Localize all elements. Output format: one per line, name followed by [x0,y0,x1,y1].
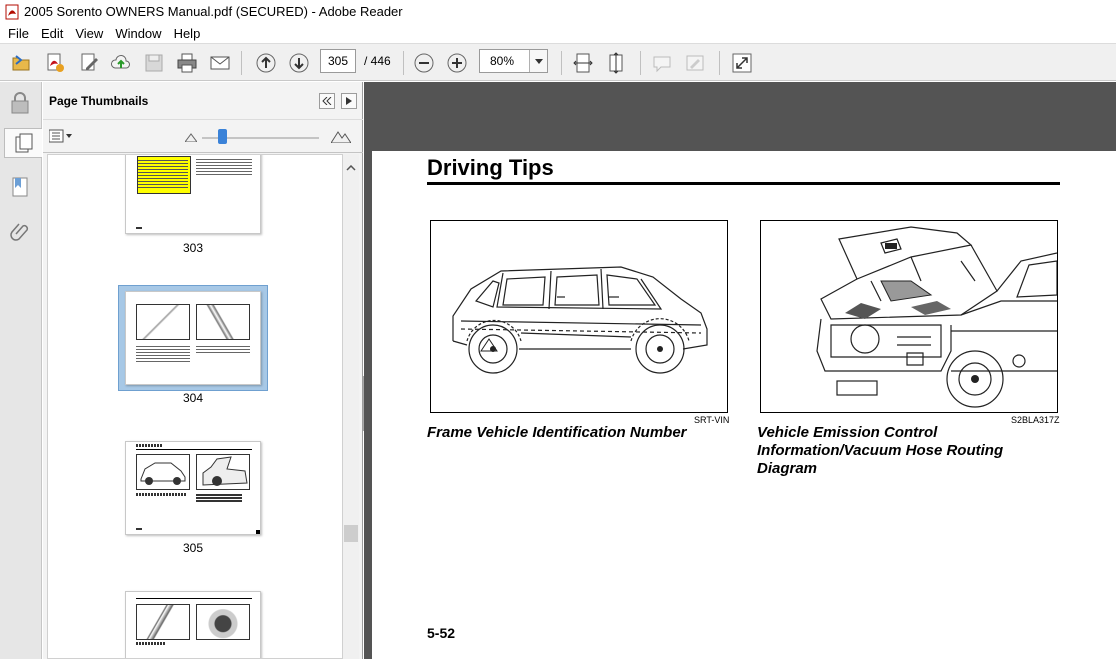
chevron-down-icon[interactable] [529,50,547,72]
suv-side-illustration [452,266,708,374]
comment-icon[interactable] [649,50,675,76]
thumbnail-page-304[interactable] [125,291,261,385]
zoom-select[interactable]: 80% [479,49,548,73]
panel-header: Page Thumbnails [43,82,363,120]
figure-caption-vin: Frame Vehicle Identification Number [427,424,687,441]
pdf-page: Driving Tips SRT-VIN Frame Vehicle Ident… [372,151,1116,659]
thumbnail-label-305: 305 [182,541,204,555]
fit-page-icon[interactable] [603,50,629,76]
panel-title: Page Thumbnails [49,93,149,108]
save-icon[interactable] [141,50,167,76]
page-thumbnails-icon[interactable] [4,128,42,158]
open-icon[interactable] [8,50,34,76]
heading-rule [427,182,1060,185]
suv-hood-open-illustration [816,226,1058,408]
menu-window[interactable]: Window [109,26,167,41]
menu-view[interactable]: View [69,26,109,41]
bookmark-icon[interactable] [5,172,35,202]
sign-icon[interactable] [682,50,708,76]
email-icon[interactable] [207,50,233,76]
zoom-in-icon[interactable] [444,50,470,76]
scrollbar-thumb[interactable] [344,525,358,542]
zoom-value: 80% [490,54,515,68]
page-number: 5-52 [427,625,456,641]
figure-frame-vin [430,220,728,413]
figure-caption-emission: Vehicle Emission Control Information/Vac… [757,424,1004,477]
page-heading: Driving Tips [427,155,554,180]
menu-edit[interactable]: Edit [35,26,69,41]
slider-handle[interactable] [218,129,227,144]
thumbnail-page-306[interactable] [125,591,261,658]
page-total: / 446 [364,54,391,68]
edit-icon[interactable] [76,50,102,76]
previous-page-icon[interactable] [253,50,279,76]
create-pdf-icon[interactable] [42,50,68,76]
thumbnails-panel: Page Thumbnails 303 304 305 [43,82,363,659]
menu-bar: File Edit View Window Help [0,23,1116,43]
adobe-reader-icon [5,4,19,19]
title-bar: 2005 Sorento OWNERS Manual.pdf (SECURED)… [0,0,1116,23]
thumbnails-list: 303 304 305 [47,154,343,659]
next-page-icon[interactable] [286,50,312,76]
scroll-up-icon[interactable] [346,160,356,174]
navigation-rail [0,82,42,659]
page-number-input[interactable] [320,49,356,73]
toolbar [0,43,1116,81]
thumbnail-page-305[interactable] [125,441,261,535]
print-icon[interactable] [174,50,200,76]
options-menu-icon[interactable] [48,129,73,146]
thumbnail-label-303: 303 [182,241,204,255]
window-title: 2005 Sorento OWNERS Manual.pdf (SECURED)… [24,4,403,19]
large-thumbnails-icon[interactable] [330,129,352,146]
small-thumbnails-icon[interactable] [184,131,198,145]
figure-code-emission: S2BLA317Z [1011,415,1060,425]
menu-file[interactable]: File [2,26,35,41]
lock-icon[interactable] [5,88,35,118]
figure-frame-emission [760,220,1058,413]
expand-right-icon[interactable] [341,93,357,109]
thumbnails-scrollbar[interactable] [343,154,359,659]
menu-help[interactable]: Help [168,26,207,41]
upload-cloud-icon[interactable] [108,50,134,76]
fit-width-icon[interactable] [570,50,596,76]
thumbnail-page-303[interactable] [125,155,261,234]
attachment-icon[interactable] [5,216,35,246]
fullscreen-icon[interactable] [729,50,755,76]
zoom-out-icon[interactable] [411,50,437,76]
panel-toolbar [43,121,363,153]
thumbnail-label-304: 304 [182,391,204,405]
collapse-left-icon[interactable] [319,93,335,109]
document-view: Driving Tips SRT-VIN Frame Vehicle Ident… [364,82,1116,659]
